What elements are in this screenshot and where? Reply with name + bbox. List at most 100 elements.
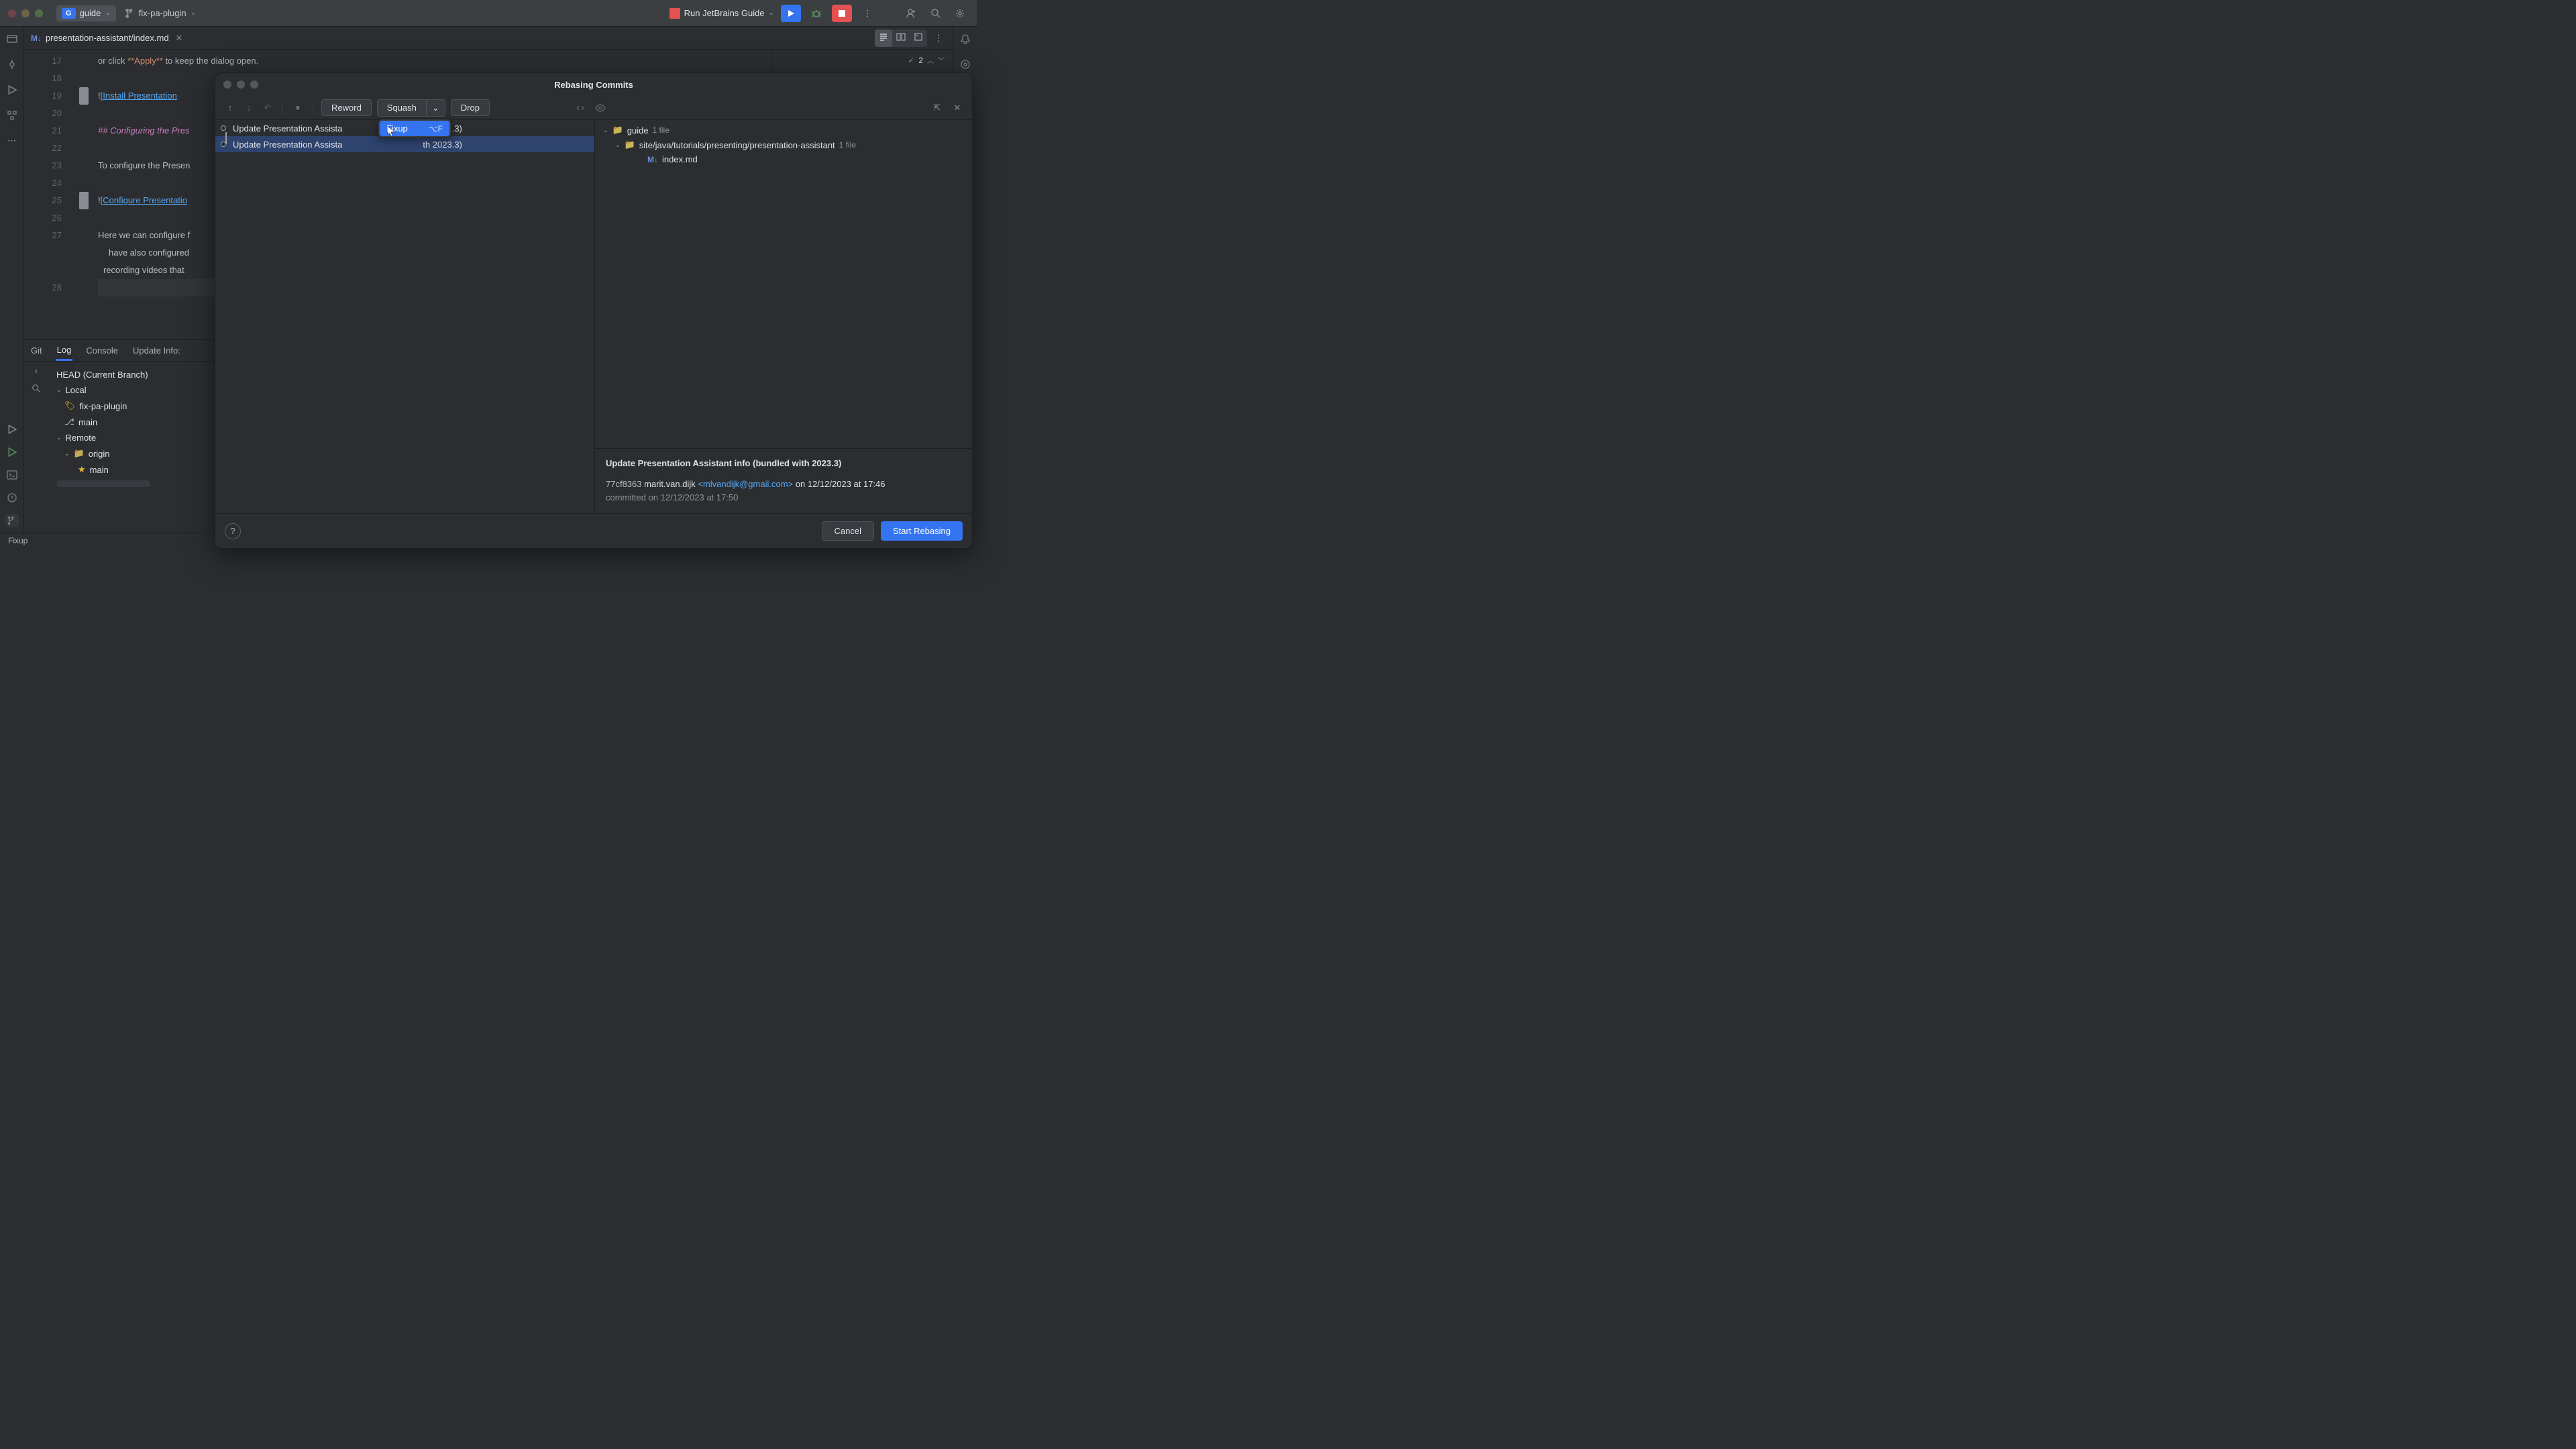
dialog-footer: ? Cancel Start Rebasing (215, 513, 972, 548)
branch-selector[interactable]: fix-pa-plugin ⌄ (125, 8, 196, 18)
close-tab-icon[interactable]: ✕ (176, 33, 183, 44)
collapse-left-icon[interactable]: ‹ (35, 366, 38, 376)
inspection-count: 2 (918, 56, 923, 65)
run-config-selector[interactable]: Run JetBrains Guide ⌄ (669, 8, 774, 19)
folder-icon: 📁 (612, 125, 623, 136)
tree-root[interactable]: ⌄ 📁 guide 1 file (603, 123, 964, 138)
squash-button[interactable]: Squash (377, 99, 426, 117)
close-window[interactable] (8, 9, 16, 17)
commit-committed-date: committed on 12/12/2023 at 17:50 (606, 491, 961, 504)
search-everywhere[interactable] (927, 5, 945, 22)
prev-highlight-icon[interactable]: ︿ (927, 55, 934, 65)
line-gutter: 171819202122232425262728 (24, 50, 75, 339)
squash-dropdown-menu: Fixup ⌥F (378, 119, 451, 138)
commit-author: marit.van.dijk (644, 479, 696, 489)
commit-node-icon (221, 125, 226, 131)
search-icon[interactable] (32, 384, 41, 393)
next-highlight-icon[interactable]: ﹀ (938, 55, 945, 65)
project-tool-icon[interactable] (5, 32, 19, 46)
run-button[interactable] (781, 5, 801, 22)
run-tool-icon[interactable] (5, 83, 19, 97)
tab-git[interactable]: Git (30, 341, 44, 360)
fixup-label: Fixup (386, 123, 408, 133)
commit-tool-icon[interactable] (5, 58, 19, 71)
tree-folder[interactable]: ⌄ 📁 site/java/tutorials/presenting/prese… (603, 138, 964, 152)
run-config-icon (669, 8, 680, 19)
stop-button[interactable] (832, 5, 852, 22)
branch-origin-main[interactable]: ★main (51, 462, 223, 478)
branch-icon (125, 9, 135, 18)
help-icon[interactable]: ? (225, 523, 241, 539)
pause-icon[interactable]: ⏸ (291, 103, 305, 113)
vcs-tw-icon[interactable] (5, 514, 19, 527)
editor-only-icon[interactable] (875, 30, 892, 47)
image-marker-icon[interactable] (79, 87, 89, 105)
commit-message: Update Presentation Assistant info (bund… (606, 458, 961, 468)
cancel-button[interactable]: Cancel (822, 521, 874, 541)
collapse-tree-icon[interactable] (575, 103, 588, 113)
project-name: guide (80, 8, 101, 18)
local-group[interactable]: ⌄Local (51, 382, 223, 398)
branches-tree[interactable]: HEAD (Current Branch) ⌄Local 🏷fix-pa-plu… (48, 362, 226, 533)
remote-group[interactable]: ⌄Remote (51, 430, 223, 445)
branch-name: fix-pa-plugin (139, 8, 186, 18)
changed-files-tree[interactable]: ⌄ 📁 guide 1 file ⌄ 📁 site/java/tutorials… (595, 120, 972, 448)
undo-icon: ↶ (261, 103, 274, 113)
reword-button[interactable]: Reword (321, 99, 372, 116)
more-tools-icon[interactable]: ⋯ (5, 134, 19, 148)
preview-only-icon[interactable] (910, 30, 927, 47)
minimize-window[interactable] (21, 9, 30, 17)
drop-button[interactable]: Drop (451, 99, 490, 116)
image-marker-icon[interactable] (79, 192, 89, 209)
check-icon: ✓ (908, 56, 914, 65)
dialog-titlebar: Rebasing Commits (215, 73, 972, 96)
chevron-down-icon: ⌄ (603, 127, 608, 134)
chevron-down-icon: ⌄ (56, 386, 62, 394)
start-rebasing-button[interactable]: Start Rebasing (881, 521, 963, 541)
problems-tw-icon[interactable] (5, 491, 19, 504)
chevron-down-icon: ⌄ (56, 434, 62, 441)
origin-group[interactable]: ⌄📁origin (51, 445, 223, 462)
commit-hash[interactable]: 77cf8363 (606, 479, 642, 489)
file-tab[interactable]: M↓ presentation-assistant/index.md ✕ (24, 27, 189, 49)
tab-update-info[interactable]: Update Info: (131, 341, 182, 360)
settings-icon[interactable] (951, 5, 969, 22)
branch-fix-pa-plugin[interactable]: 🏷fix-pa-plugin (51, 398, 223, 414)
fixup-menu-item[interactable]: Fixup ⌥F (380, 121, 449, 136)
dialog-close[interactable] (223, 80, 231, 89)
notifications-icon[interactable] (959, 32, 972, 46)
split-view-icon[interactable] (892, 30, 910, 47)
tab-console[interactable]: Console (85, 341, 119, 360)
gear-icon (955, 8, 965, 19)
debug-tw-icon[interactable] (5, 445, 19, 459)
head-branch[interactable]: HEAD (Current Branch) (51, 367, 223, 382)
folder-icon: 📁 (625, 140, 635, 150)
search-icon (930, 8, 941, 19)
code-with-me-icon[interactable] (903, 5, 920, 22)
structure-tool-icon[interactable] (5, 109, 19, 122)
commit-row-selected[interactable]: Update Presentation Assistath 2023.3) (215, 136, 594, 152)
more-actions[interactable]: ⋮ (859, 5, 876, 22)
squash-dropdown-button[interactable]: ⌄ (426, 99, 445, 117)
project-selector[interactable]: G guide ⌄ (56, 5, 116, 21)
ai-assistant-icon[interactable] (959, 58, 972, 71)
tab-log[interactable]: Log (56, 341, 73, 361)
commit-email[interactable]: <mlvandijk@gmail.com> (698, 479, 793, 489)
terminal-tw-icon[interactable] (5, 468, 19, 482)
expand-icon[interactable]: ⇱ (930, 103, 944, 113)
inspection-widget[interactable]: ✓ 2 ︿ ﹀ (908, 55, 945, 65)
commit-list[interactable]: Update Presentation Assistath 2023.3) Up… (215, 120, 595, 513)
close-panel-icon[interactable]: ✕ (951, 103, 964, 113)
maximize-window[interactable] (35, 9, 43, 17)
tree-file[interactable]: M↓ index.md (603, 152, 964, 166)
branch-main-local[interactable]: ⎇main (51, 414, 223, 430)
tab-more-icon[interactable]: ⋮ (930, 30, 947, 47)
chevron-down-icon: ⌄ (64, 450, 70, 458)
move-up-icon[interactable]: ↑ (223, 103, 237, 113)
commit-details: Update Presentation Assistant info (bund… (595, 448, 972, 513)
run-tw-icon[interactable] (5, 423, 19, 436)
horizontal-scrollbar[interactable] (56, 480, 150, 487)
editor-view-toggle[interactable] (875, 30, 927, 47)
debug-button[interactable] (808, 5, 825, 22)
preview-diff-icon[interactable] (595, 103, 608, 113)
